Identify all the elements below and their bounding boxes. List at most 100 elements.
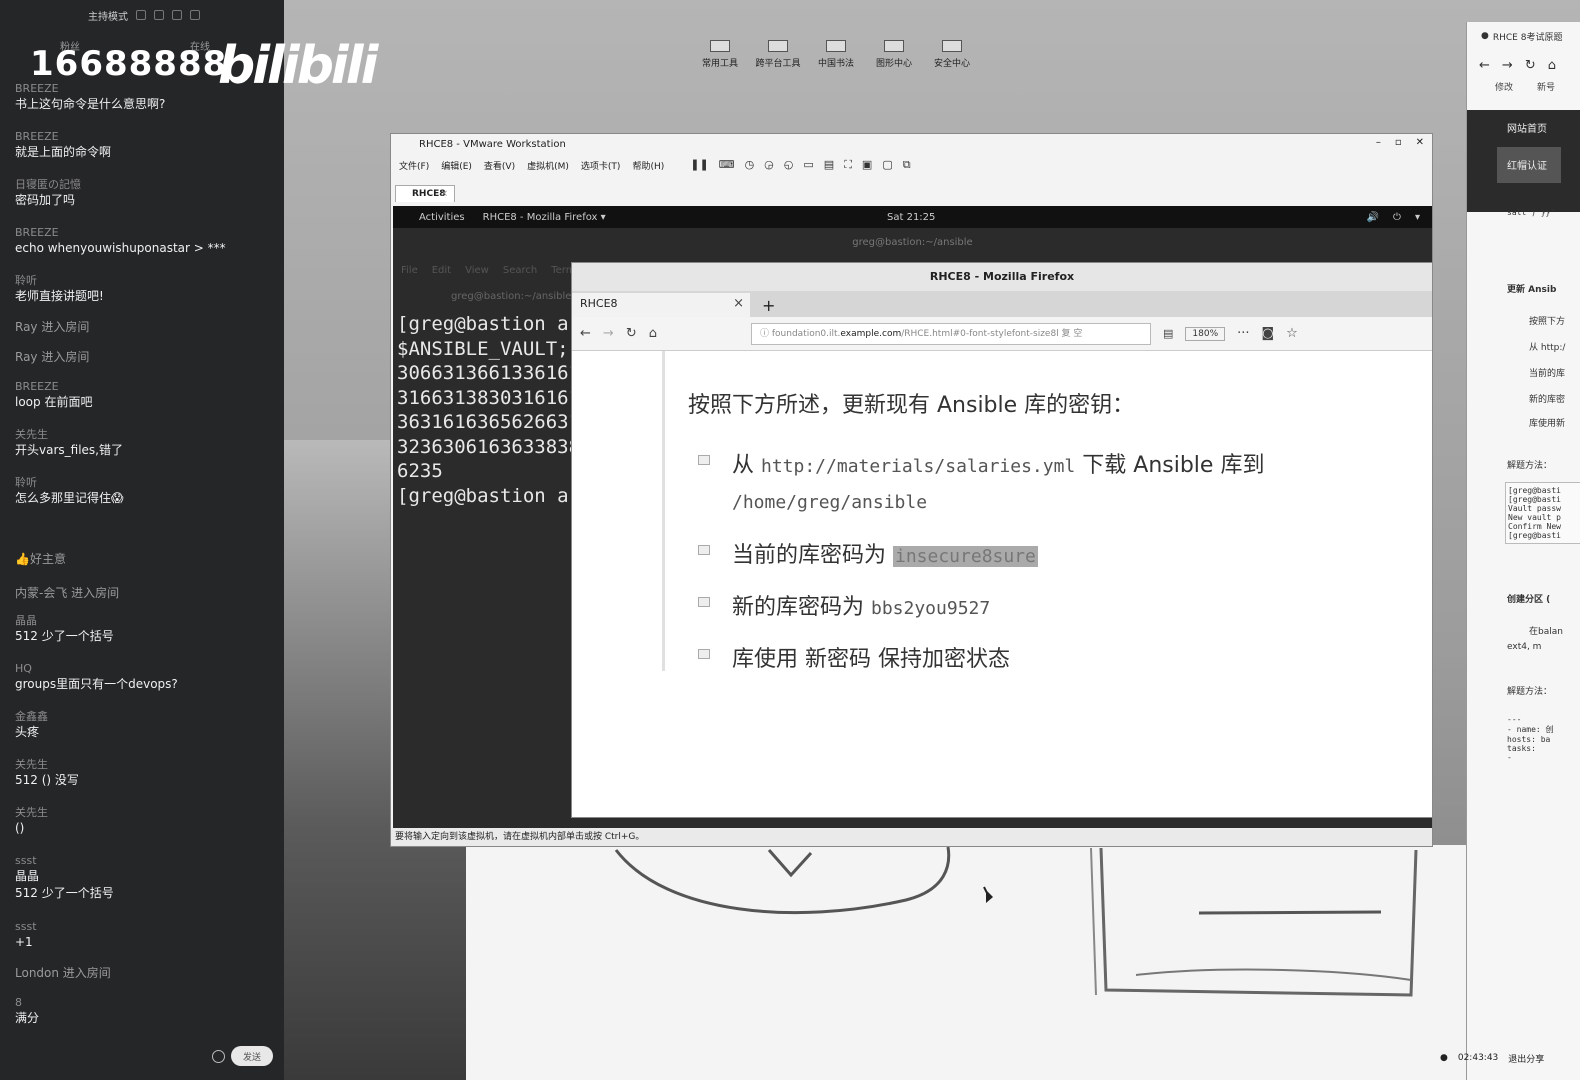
chat-username[interactable]: 聆听	[15, 476, 275, 490]
terminal-menu-edit[interactable]: Edit	[432, 265, 451, 276]
home-icon[interactable]: ⌂	[649, 326, 657, 341]
console-icon[interactable]: ▢	[882, 158, 892, 172]
window-control-icon[interactable]	[154, 10, 164, 20]
menu-edit[interactable]: 编辑(E)	[441, 159, 472, 172]
minimize-icon[interactable]: –	[1376, 137, 1381, 148]
close-icon[interactable]: ✕	[1416, 137, 1424, 148]
unity-icon[interactable]: ▣	[862, 158, 872, 172]
bookmark-item[interactable]: 修改	[1495, 80, 1513, 98]
chat-username[interactable]: 关先生	[15, 806, 275, 820]
close-icon[interactable]: ×	[733, 293, 744, 315]
sidebar-item-redhat[interactable]: 红帽认证	[1497, 147, 1561, 183]
browser-tab[interactable]: ● RHCE 8考试原题	[1467, 22, 1580, 50]
chat-text: 怎么多那里记得住😱	[15, 491, 124, 505]
reload-icon[interactable]: ↻	[626, 326, 637, 341]
chat-text: 书上这句命令是什么意思啊?	[15, 97, 166, 111]
chat-username[interactable]: ssst	[15, 920, 275, 934]
chat-username[interactable]: Ray 进入房间	[15, 320, 275, 334]
snapshot-manager-icon[interactable]: ◵	[784, 158, 794, 172]
menu-vm[interactable]: 虚拟机(M)	[527, 159, 569, 172]
library-icon[interactable]: ▭	[803, 158, 813, 172]
menu-view[interactable]: 查看(V)	[484, 159, 515, 172]
pause-icon[interactable]: ❚❚	[690, 158, 708, 172]
minimize-icon[interactable]	[172, 10, 182, 20]
thumbnail-icon[interactable]: ▤	[824, 158, 834, 172]
menu-tabs[interactable]: 选项卡(T)	[581, 159, 621, 172]
chat-username[interactable]: BREEZE	[15, 130, 275, 144]
task-line: 当前的库	[1529, 369, 1566, 379]
sidebar-item-home[interactable]: 网站首页	[1467, 110, 1580, 135]
chat-username[interactable]: 关先生	[15, 428, 275, 442]
maximize-icon[interactable]	[190, 10, 200, 20]
window-control-icon[interactable]	[136, 10, 146, 20]
desktop-icon[interactable]: 中国书法	[810, 40, 862, 69]
chat-message: 日寝匿の記憶 密码加了吗	[15, 178, 275, 209]
chat-username[interactable]: London 进入房间	[15, 966, 275, 980]
forward-icon[interactable]: →	[1502, 58, 1513, 73]
url-bar[interactable]: ⓘ foundation0.ilt.example.com/RHCE.html#…	[750, 322, 1151, 345]
zoom-level[interactable]: 180%	[1185, 326, 1226, 341]
right-browser-window: ● RHCE 8考试原题 ← → ↻ ⌂ 修改 新号 网站首页 红帽认证 salt…	[1466, 22, 1580, 1080]
activities-button[interactable]: Activities	[419, 212, 465, 223]
terminal-menu-file[interactable]: File	[401, 265, 418, 276]
chat-username[interactable]: Ray 进入房间	[15, 350, 275, 364]
vmware-statusbar: 要将输入定向到该虚拟机，请在虚拟机内部单击或按 Ctrl+G。	[391, 828, 1432, 846]
pocket-icon[interactable]: ◙	[1262, 326, 1275, 341]
guest-desktop[interactable]: Activities RHCE8 - Mozilla Firefox ▾ Sat…	[393, 206, 1432, 830]
whiteboard-canvas[interactable]	[466, 845, 1466, 1080]
terminal-menu-search[interactable]: Search	[503, 265, 537, 276]
close-icon[interactable]: ×	[440, 186, 448, 202]
clock[interactable]: Sat 21:25	[887, 212, 935, 223]
desktop-icon[interactable]: 跨平台工具	[752, 40, 804, 69]
emoji-icon[interactable]	[212, 1049, 225, 1063]
send-button[interactable]: 发送	[231, 1046, 273, 1066]
send-keys-icon[interactable]: ⌨	[719, 158, 735, 172]
chat-username[interactable]: 👍好主意	[15, 552, 275, 566]
reload-icon[interactable]: ↻	[1525, 58, 1536, 73]
back-icon[interactable]: ←	[1479, 58, 1490, 73]
elapsed-time: 02:43:43	[1457, 1053, 1499, 1063]
bookmark-star-icon[interactable]: ☆	[1286, 326, 1298, 341]
chat-username[interactable]: 晶晶	[15, 614, 275, 628]
chat-username[interactable]: 日寝匿の記憶	[15, 178, 275, 192]
chevron-down-icon[interactable]: ▾	[1415, 212, 1420, 223]
desktop-icon[interactable]: 安全中心	[926, 40, 978, 69]
stretch-icon[interactable]: ⧉	[903, 158, 911, 172]
page-actions-icon[interactable]: ···	[1237, 326, 1249, 341]
app-menu[interactable]: RHCE8 - Mozilla Firefox ▾	[483, 212, 606, 223]
bookmark-item[interactable]: 新号	[1537, 80, 1555, 98]
tab-rhce8[interactable]: RHCE8 ×	[572, 293, 750, 317]
chat-username[interactable]: 金鑫鑫	[15, 710, 275, 724]
forward-icon[interactable]: →	[603, 326, 614, 341]
menu-help[interactable]: 帮助(H)	[632, 159, 664, 172]
home-icon[interactable]: ⌂	[1548, 58, 1556, 73]
snapshot-icon[interactable]: ◷	[745, 158, 755, 172]
new-tab-icon[interactable]: +	[762, 295, 775, 317]
chat-username[interactable]: 8	[15, 996, 275, 1010]
terminal-menu-view[interactable]: View	[465, 265, 489, 276]
desktop-icon[interactable]: 图形中心	[868, 40, 920, 69]
chat-username[interactable]: BREEZE	[15, 226, 275, 240]
code-block: [greg@basti [greg@basti Vault passw New …	[1505, 482, 1580, 544]
back-icon[interactable]: ←	[580, 326, 591, 341]
chat-message: 聆听 怎么多那里记得住😱	[15, 476, 275, 507]
maximize-icon[interactable]: ▫	[1395, 137, 1402, 148]
chat-username[interactable]: BREEZE	[15, 380, 275, 394]
chat-username[interactable]: 聆听	[15, 274, 275, 288]
fullscreen-icon[interactable]: ⛶	[844, 158, 852, 172]
volume-icon[interactable]: 🔊	[1367, 212, 1379, 223]
chat-username[interactable]: 关先生	[15, 758, 275, 772]
desktop-icon[interactable]: 常用工具	[694, 40, 746, 69]
menu-file[interactable]: 文件(F)	[399, 159, 429, 172]
chat-username[interactable]: ssst	[15, 854, 275, 868]
power-icon[interactable]: ⏻	[1393, 212, 1401, 223]
revert-snapshot-icon[interactable]: ◶	[764, 158, 774, 172]
chat-message: 金鑫鑫 头疼	[15, 710, 275, 741]
chat-username[interactable]: 内蒙-会飞 进入房间	[15, 586, 275, 600]
chat-username[interactable]: HQ	[15, 662, 275, 676]
info-icon[interactable]: ⓘ	[760, 329, 772, 339]
tab-rhce8[interactable]: RHCE8 ×	[395, 185, 455, 202]
exit-share-button[interactable]: 退出分享	[1508, 1052, 1544, 1065]
section-heading: 创建分区 (	[1507, 595, 1551, 605]
reader-view-icon[interactable]: ▤	[1163, 327, 1173, 340]
